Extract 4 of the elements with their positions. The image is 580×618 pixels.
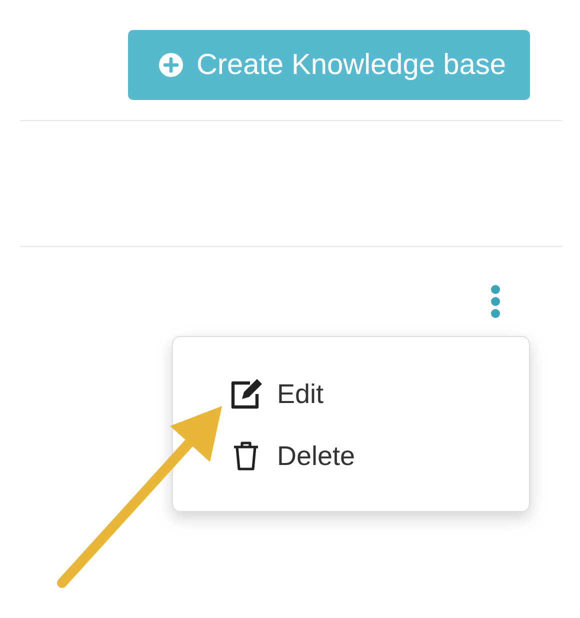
trash-icon <box>232 440 260 472</box>
edit-menu-item[interactable]: Edit <box>173 363 529 425</box>
delete-menu-item[interactable]: Delete <box>173 425 529 487</box>
plus-circle-icon <box>158 52 184 78</box>
